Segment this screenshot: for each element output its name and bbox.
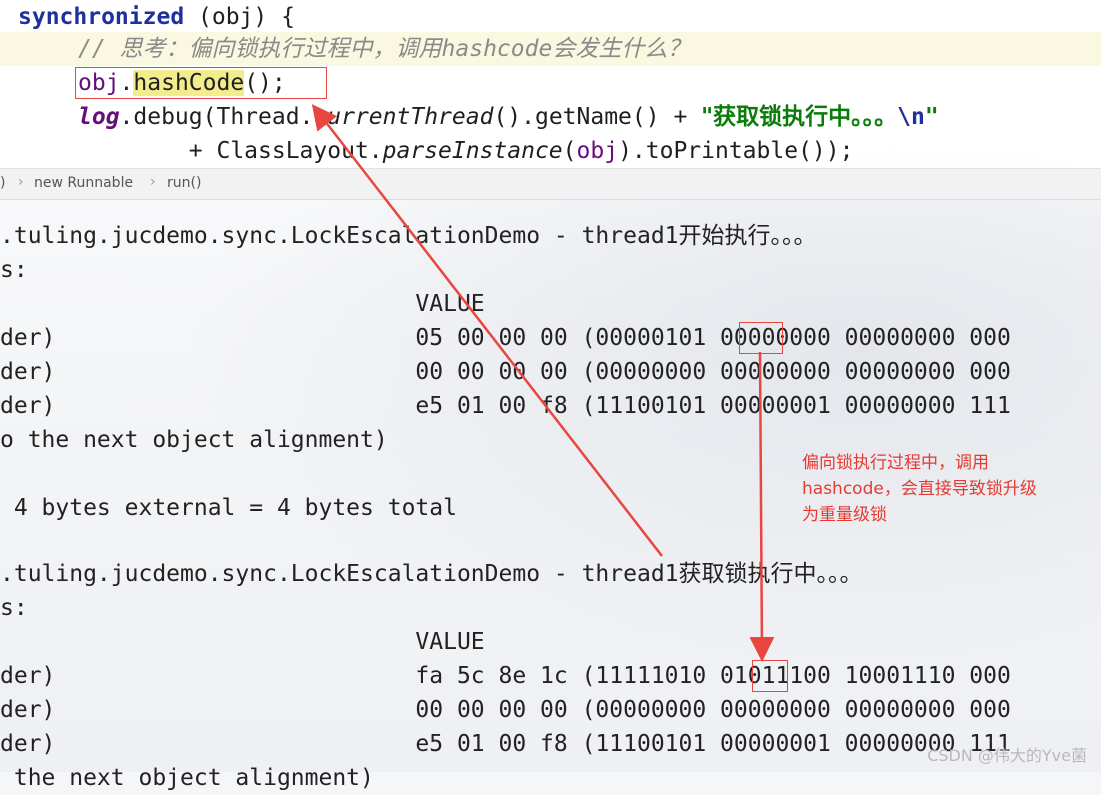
console-line: VALUE [0,287,485,321]
code-text: .debug(Thread. [119,104,314,130]
console-line: der) e5 01 00 f8 (11100101 00000001 0000… [0,389,1011,423]
annotation-line: hashcode，会直接导致锁升级 [802,479,1037,499]
console-line: s: [0,591,28,625]
console-line: .tuling.jucdemo.sync.LockEscalationDemo … [0,557,863,591]
watermark: CSDN @伟大的Yve菌 [927,746,1087,765]
code-string-end: " [924,104,939,130]
console-line: der) 00 00 00 00 (00000000 00000000 0000… [0,355,1011,389]
console-text: VALUE [0,629,485,655]
breadcrumb-lead: ) [0,175,6,191]
console-line: 4 bytes external = 4 bytes total [0,491,457,525]
code-string: "获取锁执行中。。。 [701,104,898,130]
method-current-thread: currentThread [313,104,494,130]
console-text: .tuling.jucdemo.sync.LockEscalationDemo … [0,223,679,249]
code-obj: obj [576,138,619,164]
console-line: der) fa 5c 8e 1c (11111010 01011100 1000… [0,659,1011,693]
chevron-right-icon: › [18,174,24,190]
console-text: der) e5 01 00 f8 (11100101 00000001 0000… [0,731,1011,757]
console-line: VALUE [0,625,485,659]
method-parse-instance: parseInstance [382,138,563,164]
console-text: der) 05 00 00 00 (00000101 00000000 0000… [0,325,1011,351]
console-text: o the next object alignment) [0,427,388,453]
code-escape: \n [897,104,925,130]
console-text: 4 bytes external = 4 bytes total [0,495,457,521]
console-line: s: [0,253,28,287]
console-text: der) 00 00 00 00 (00000000 00000000 0000… [0,359,1011,385]
code-text: (obj) { [184,4,295,30]
annotation-note: 偏向锁执行过程中，调用 hashcode，会直接导致锁升级 为重量级锁 [802,450,1092,528]
code-line-5: + ClassLayout.parseInstance(obj).toPrint… [78,134,854,168]
console-line: .tuling.jucdemo.sync.LockEscalationDemo … [0,219,817,253]
code-text: ).toPrintable()); [618,138,854,164]
console-line: der) 00 00 00 00 (00000000 00000000 0000… [0,693,1011,727]
console-text-cn: 获取锁执行中。。。 [678,561,863,587]
console-text: s: [0,595,28,621]
code-text: + ClassLayout. [78,138,383,164]
annotation-line: 偏向锁执行过程中，调用 [802,453,989,473]
console-text: the next object alignment) [0,765,374,791]
console-text: VALUE [0,291,485,317]
code-line-1: synchronized (obj) { [18,0,295,34]
breadcrumb-new-runnable[interactable]: new Runnable [34,175,133,191]
console-text: s: [0,257,28,283]
console-line: der) e5 01 00 f8 (11100101 00000001 0000… [0,727,1011,761]
code-comment: // 思考：偏向锁执行过程中，调用hashcode会发生什么？ [78,36,691,62]
code-log: log [78,104,120,130]
console-text: der) fa 5c 8e 1c (11111010 01011100 1000… [0,663,1011,689]
code-editor[interactable]: synchronized (obj) { // 思考：偏向锁执行过程中，调用ha… [0,0,1101,168]
console-line: der) 05 00 00 00 (00000101 00000000 0000… [0,321,1011,355]
keyword-synchronized: synchronized [18,4,185,30]
code-text: ( [562,138,577,164]
code-text: ().getName() + [493,104,702,130]
breadcrumb-run[interactable]: run() [167,175,201,191]
console-text-cn: 开始执行。。。 [678,223,817,249]
hashcode-highlight-box [75,67,327,99]
chevron-right-icon: › [150,174,156,190]
console-text: der) e5 01 00 f8 (11100101 00000001 0000… [0,393,1011,419]
console-line: the next object alignment) [0,761,374,795]
bits-101-highlight-box [739,322,783,354]
bits-10-highlight-box [752,660,788,692]
console-text: .tuling.jucdemo.sync.LockEscalationDemo … [0,561,679,587]
breadcrumb: ) › new Runnable › run() [0,168,1101,200]
console-text: der) 00 00 00 00 (00000000 00000000 0000… [0,697,1011,723]
console-line: o the next object alignment) [0,423,388,457]
code-line-4: log.debug(Thread.currentThread().getName… [78,100,939,134]
code-line-2: // 思考：偏向锁执行过程中，调用hashcode会发生什么？ [78,32,690,66]
annotation-line: 为重量级锁 [802,505,887,525]
